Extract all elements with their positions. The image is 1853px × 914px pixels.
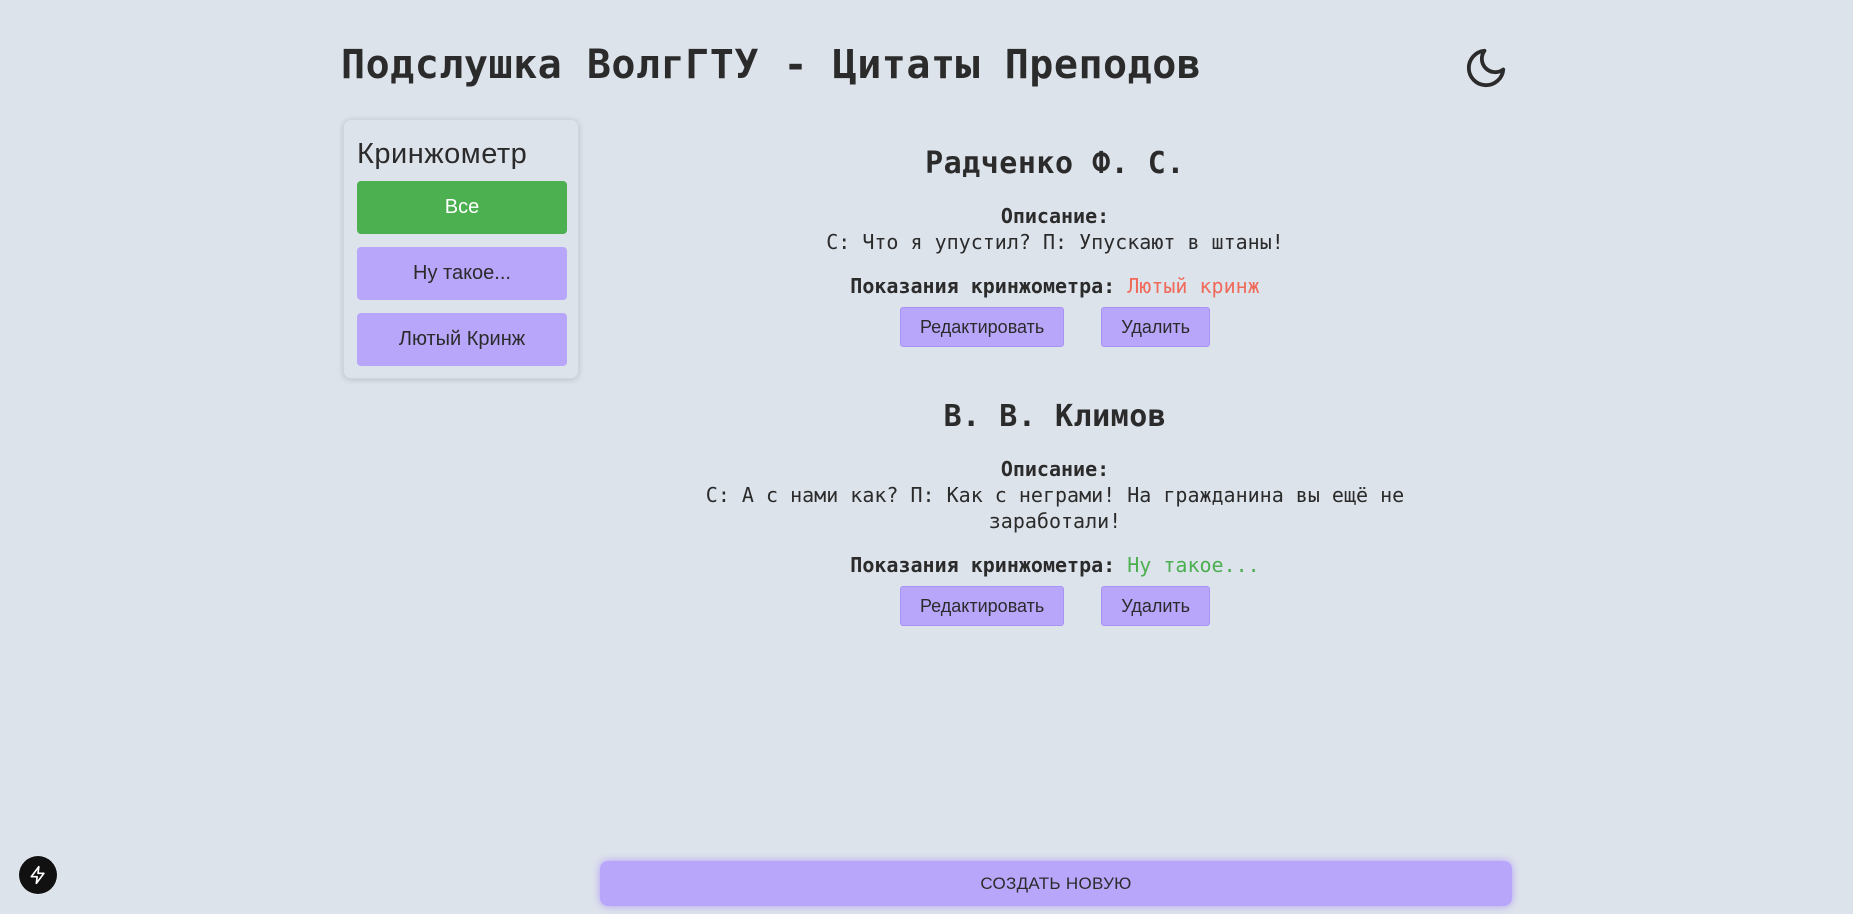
delete-button[interactable]: Удалить bbox=[1101, 586, 1211, 626]
quote-card: Радченко Ф. С. Описание: С: Что я упусти… bbox=[640, 146, 1470, 347]
description-text: С: Что я упустил? П: Упускают в штаны! bbox=[826, 230, 1284, 254]
filter-cringe-button[interactable]: Лютый Кринж bbox=[357, 313, 567, 366]
edit-button[interactable]: Редактировать bbox=[899, 307, 1065, 347]
edit-button[interactable]: Редактировать bbox=[899, 586, 1065, 626]
quote-actions: Редактировать Удалить bbox=[640, 307, 1470, 347]
cringe-label: Показания кринжометра: bbox=[850, 274, 1116, 298]
page-title: Подслушка ВолгГТУ - Цитаты Преподов bbox=[341, 42, 1202, 88]
filter-title: Кринжометр bbox=[357, 138, 528, 170]
cringe-reading: Показания кринжометра: Лютый кринж bbox=[640, 273, 1470, 299]
filter-all-button[interactable]: Все bbox=[357, 181, 567, 234]
cringe-value: Ну такое... bbox=[1127, 553, 1260, 577]
moon-icon bbox=[1466, 48, 1506, 88]
dev-tools-badge[interactable] bbox=[19, 856, 57, 894]
filter-meh-button[interactable]: Ну такое... bbox=[357, 247, 567, 300]
quote-author: Радченко Ф. С. bbox=[925, 146, 1185, 181]
lightning-icon bbox=[30, 865, 45, 885]
quote-list: Радченко Ф. С. Описание: С: Что я упусти… bbox=[640, 146, 1470, 678]
quote-actions: Редактировать Удалить bbox=[640, 586, 1470, 626]
delete-button[interactable]: Удалить bbox=[1101, 307, 1211, 347]
description-text: С: А с нами как? П: Как с неграми! На гр… bbox=[705, 483, 1405, 533]
quote-card: В. В. Климов Описание: С: А с нами как? … bbox=[640, 399, 1470, 626]
cringe-reading: Показания кринжометра: Ну такое... bbox=[640, 552, 1470, 578]
cringe-value: Лютый кринж bbox=[1127, 274, 1260, 298]
description-label: Описание: bbox=[1000, 204, 1110, 228]
cringe-filter-panel: Кринжометр Все Ну такое... Лютый Кринж bbox=[343, 119, 579, 379]
description-label: Описание: bbox=[1000, 457, 1110, 481]
cringe-label: Показания кринжометра: bbox=[850, 553, 1116, 577]
create-new-button[interactable]: СОЗДАТЬ НОВУЮ bbox=[600, 861, 1512, 906]
quote-author: В. В. Климов bbox=[943, 399, 1167, 434]
theme-toggle-button[interactable] bbox=[1462, 44, 1510, 92]
